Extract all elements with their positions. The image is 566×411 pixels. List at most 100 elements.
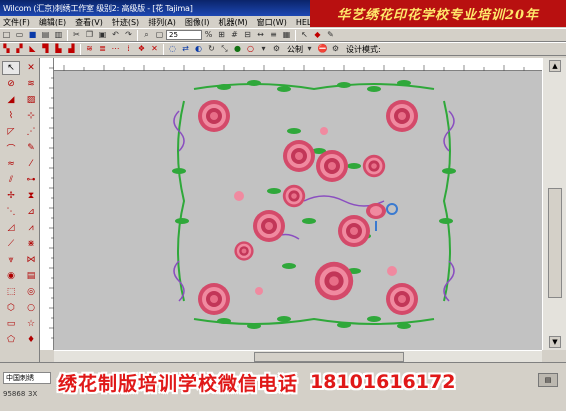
new-file-icon[interactable]: □: [1, 30, 12, 41]
motif-icon[interactable]: ❖: [136, 44, 147, 55]
circle-icon[interactable]: ○: [245, 44, 256, 55]
trace-icon[interactable]: ◌: [167, 44, 178, 55]
digitize-tool-29-icon[interactable]: ◎: [22, 285, 40, 299]
select-arrow-icon[interactable]: ↖: [299, 30, 310, 41]
rotate-icon[interactable]: ↻: [206, 44, 217, 55]
menu-image[interactable]: 图像(I): [185, 17, 210, 28]
digitize-tool-26-icon[interactable]: ◉: [2, 269, 20, 283]
digitize-tool-32-icon[interactable]: ▭: [2, 317, 20, 331]
scroll-down-icon[interactable]: ▼: [549, 336, 561, 348]
measure-icon[interactable]: ↔: [255, 30, 266, 41]
design-mode-label: 设计模式:: [346, 44, 381, 54]
menu-window[interactable]: 窗口(W): [257, 17, 287, 28]
zoom-icon[interactable]: ⌕: [141, 30, 152, 41]
zoom-field[interactable]: 25: [166, 30, 202, 40]
digitize-tool-3-icon[interactable]: ≋: [22, 77, 40, 91]
triple-run-icon[interactable]: ⁞: [123, 44, 134, 55]
tatami-icon[interactable]: ≣: [97, 44, 108, 55]
digitize-tool-22-icon[interactable]: ⟋: [2, 237, 20, 251]
digitize-tool-30-icon[interactable]: ⬡: [2, 301, 20, 315]
digitize-tool-24-icon[interactable]: ⩔: [2, 253, 20, 267]
run-icon[interactable]: ⋯: [110, 44, 121, 55]
dropdown-icon[interactable]: ▾: [258, 44, 269, 55]
print-preview-icon[interactable]: ▥: [53, 30, 64, 41]
digitize-tool-31-icon[interactable]: ○: [22, 301, 40, 315]
horizontal-scrollbar[interactable]: [54, 350, 542, 362]
mode-value[interactable]: 公制: [287, 44, 303, 55]
digitize-tool-18-icon[interactable]: ⋱: [2, 205, 20, 219]
digitize-tool-21-icon[interactable]: ⩘: [22, 221, 40, 235]
copy-icon[interactable]: ❐: [84, 30, 95, 41]
menu-stitch[interactable]: 针迹(S): [112, 17, 139, 28]
digitize-tool-11-icon[interactable]: ✎: [22, 141, 40, 155]
menu-machine[interactable]: 机器(M): [219, 17, 248, 28]
digitize-tool-13-icon[interactable]: ⁄: [22, 157, 40, 171]
digitize-tool-14-icon[interactable]: ⫽: [2, 173, 20, 187]
select-tool-icon[interactable]: ↖: [2, 61, 20, 75]
stop-icon[interactable]: ⛔: [317, 44, 328, 55]
digitize-tool-17-icon[interactable]: ⧗: [22, 189, 40, 203]
paste-icon[interactable]: ▣: [97, 30, 108, 41]
digitize-tool-5-icon[interactable]: ▨: [22, 93, 40, 107]
vertical-scroll-thumb[interactable]: [548, 188, 562, 298]
cut-icon[interactable]: ✂: [71, 30, 82, 41]
mirror-icon[interactable]: ◐: [193, 44, 204, 55]
digitize-tool-12-icon[interactable]: ≈: [2, 157, 20, 171]
embroidery-app-window: Wilcom (汇京)刺绣工作室 级别2: 高级版 - [花 Tajima] 华…: [0, 0, 566, 411]
scale-icon[interactable]: ⤡: [219, 44, 230, 55]
horizontal-scroll-thumb[interactable]: [254, 352, 404, 362]
stitch-type-5-icon[interactable]: ▙: [53, 44, 64, 55]
grid-icon[interactable]: #: [229, 30, 240, 41]
stitch-type-2-icon[interactable]: ▞: [14, 44, 25, 55]
knife-icon[interactable]: ✎: [325, 30, 336, 41]
digitize-tool-35-icon[interactable]: ♦: [22, 333, 40, 347]
menu-arrange[interactable]: 排列(A): [148, 17, 176, 28]
digitize-tool-28-icon[interactable]: ⬚: [2, 285, 20, 299]
digitize-tool-33-icon[interactable]: ☆: [22, 317, 40, 331]
settings-icon[interactable]: ⚙: [330, 44, 341, 55]
status-field[interactable]: 中国刺绣: [3, 372, 51, 384]
mode-dropdown-icon[interactable]: ▾: [304, 44, 315, 55]
menu-edit[interactable]: 编辑(E): [39, 17, 66, 28]
digitize-tool-15-icon[interactable]: ⊶: [22, 173, 40, 187]
vertical-scrollbar[interactable]: ▲ ▼: [542, 58, 566, 350]
menu-view[interactable]: 查看(V): [75, 17, 103, 28]
digitize-tool-1-icon[interactable]: ✕: [22, 61, 40, 75]
digitize-tool-23-icon[interactable]: ⋇: [22, 237, 40, 251]
undo-icon[interactable]: ↶: [110, 30, 121, 41]
digitize-tool-27-icon[interactable]: ▤: [22, 269, 40, 283]
save-icon[interactable]: ■: [27, 30, 38, 41]
redo-icon[interactable]: ↷: [123, 30, 134, 41]
design-canvas[interactable]: [54, 71, 542, 350]
digitize-tool-2-icon[interactable]: ⊘: [2, 77, 20, 91]
open-file-icon[interactable]: ▭: [14, 30, 25, 41]
digitize-tool-6-icon[interactable]: ⌇: [2, 109, 20, 123]
digitize-tool-7-icon[interactable]: ⊹: [22, 109, 40, 123]
digitize-tool-16-icon[interactable]: ✢: [2, 189, 20, 203]
convert-icon[interactable]: ⇄: [180, 44, 191, 55]
stitch-type-6-icon[interactable]: ▟: [66, 44, 77, 55]
show-outline-icon[interactable]: ▦: [281, 30, 292, 41]
digitize-tool-8-icon[interactable]: ◸: [2, 125, 20, 139]
stitch-type-4-icon[interactable]: ▜: [40, 44, 51, 55]
show-stitches-icon[interactable]: ≡: [268, 30, 279, 41]
print-icon[interactable]: ▤: [40, 30, 51, 41]
digitize-tool-9-icon[interactable]: ⋰: [22, 125, 40, 139]
digitize-tool-34-icon[interactable]: ⬠: [2, 333, 20, 347]
digitize-tool-20-icon[interactable]: ◿: [2, 221, 20, 235]
scroll-up-icon[interactable]: ▲: [549, 60, 561, 72]
cross-stitch-icon[interactable]: ✕: [149, 44, 160, 55]
digitize-tool-10-icon[interactable]: ⌒: [2, 141, 20, 155]
reshape-icon[interactable]: ◆: [312, 30, 323, 41]
stitch-type-3-icon[interactable]: ◣: [27, 44, 38, 55]
satin-icon[interactable]: ≋: [84, 44, 95, 55]
digitize-tool-4-icon[interactable]: ◢: [2, 93, 20, 107]
zoom-box-icon[interactable]: ▢: [154, 30, 165, 41]
zoom-fit-icon[interactable]: ⊞: [216, 30, 227, 41]
digitize-tool-25-icon[interactable]: ⋈: [22, 253, 40, 267]
menu-file[interactable]: 文件(F): [3, 17, 30, 28]
ruler-icon[interactable]: ⊟: [242, 30, 253, 41]
digitize-tool-19-icon[interactable]: ⊿: [22, 205, 40, 219]
color-icon[interactable]: ●: [232, 44, 243, 55]
stitch-type-1-icon[interactable]: ▚: [1, 44, 12, 55]
